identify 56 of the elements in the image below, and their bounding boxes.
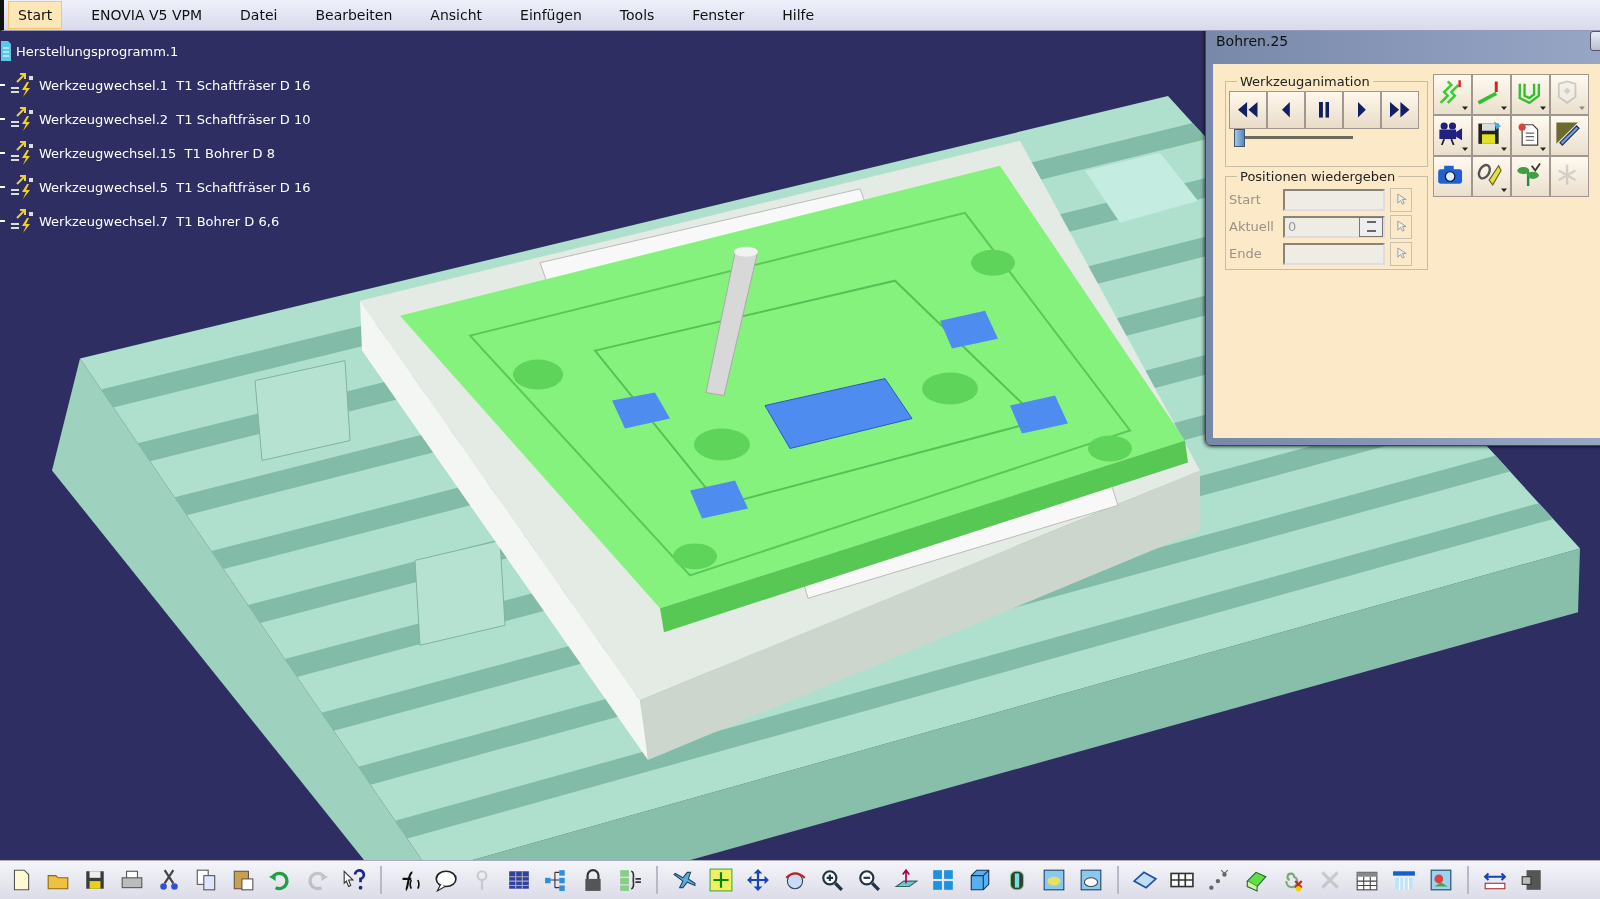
field-value: 0	[1287, 219, 1297, 234]
cursor-icon	[1395, 247, 1407, 260]
tool-change-icon	[9, 106, 35, 132]
chain-icon	[1476, 161, 1507, 192]
tool-change-icon	[9, 140, 35, 166]
menu-item[interactable]: Bearbeiten	[306, 2, 402, 28]
input-field[interactable]	[1283, 188, 1385, 211]
fast-forward-icon	[1390, 102, 1410, 118]
menu-item[interactable]: Hilfe	[773, 2, 824, 28]
step-back-icon	[1282, 102, 1290, 118]
tool-button[interactable]	[1550, 115, 1589, 156]
menu-item[interactable]: Einfügen	[511, 2, 591, 28]
tree-item[interactable]: Werkzeugwechsel.15 T1 Bohrer D 8	[39, 145, 276, 161]
pause-button[interactable]	[1305, 91, 1343, 129]
menu-item[interactable]: Tools	[610, 2, 664, 28]
menu-item[interactable]: Start	[8, 1, 63, 29]
floppy-disk-icon	[1476, 120, 1507, 151]
menu-item[interactable]: ENOVIA V5 VPM	[82, 2, 212, 28]
menu-item[interactable]: Fenster	[683, 2, 754, 28]
step-back-button[interactable]	[1267, 91, 1305, 129]
line-path-icon	[1476, 79, 1507, 110]
cursor-icon	[1395, 220, 1407, 233]
field-label: Aktuell	[1229, 219, 1275, 234]
input-field[interactable]	[1283, 242, 1385, 265]
fit-all-icon[interactable]	[706, 865, 736, 895]
tree-item[interactable]: Werkzeugwechsel.1 T1 Schaftfräser D 16	[39, 77, 311, 93]
document-icon	[0, 40, 12, 62]
group-title: Werkzeuganimation	[1239, 74, 1371, 89]
spinner-icon[interactable]	[1359, 216, 1383, 237]
play-icon	[1358, 102, 1366, 118]
video-camera-icon	[1437, 120, 1468, 151]
rewind-button[interactable]	[1229, 91, 1267, 129]
zigzag-path-icon	[1437, 79, 1468, 110]
tool-button[interactable]	[1472, 156, 1511, 197]
group-title: Positionen wiedergeben	[1239, 169, 1397, 184]
tool-button[interactable]	[1472, 115, 1511, 156]
window-title: Bohren.25	[1216, 33, 1289, 49]
tree-item[interactable]: Werkzeugwechsel.5 T1 Schaftfräser D 16	[39, 179, 311, 195]
menu-item[interactable]: Datei	[231, 2, 287, 28]
tree-item[interactable]: Werkzeugwechsel.2 T1 Schaftfräser D 10	[39, 111, 311, 127]
tool-button[interactable]	[1433, 115, 1472, 156]
tool-change-icon	[9, 72, 35, 98]
cursor-icon	[1395, 193, 1407, 206]
tree-item[interactable]: Herstellungsprogramm.1	[16, 43, 179, 59]
slider-thumb[interactable]	[1234, 129, 1246, 147]
pause-icon	[1318, 102, 1330, 118]
play-button[interactable]	[1343, 91, 1381, 129]
menu-item[interactable]: Ansicht	[421, 2, 492, 28]
tool-change-icon	[9, 174, 35, 200]
tool-change-icon	[9, 208, 35, 234]
rewind-icon	[1238, 102, 1258, 118]
fast-forward-button[interactable]	[1381, 91, 1419, 129]
field-label: Ende	[1229, 246, 1263, 261]
tool-button[interactable]	[1433, 156, 1472, 197]
tree-item[interactable]: Werkzeugwechsel.7 T1 Bohrer D 6,6	[39, 213, 280, 229]
field-label: Start	[1229, 192, 1262, 207]
